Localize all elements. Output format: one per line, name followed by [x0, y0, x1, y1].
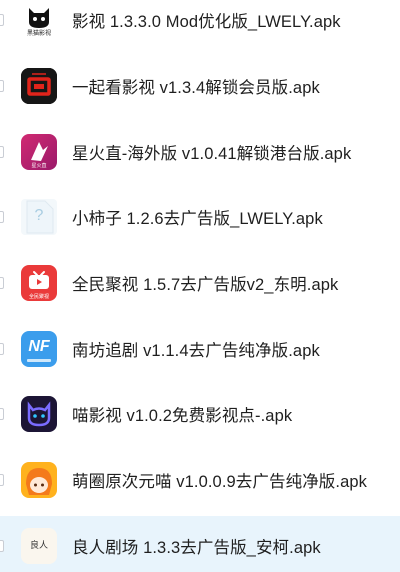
row-checkbox[interactable]	[0, 277, 4, 289]
nf-app-icon: NF	[21, 331, 57, 367]
icon-caption: 星火直	[31, 163, 47, 169]
row-checkbox[interactable]	[0, 540, 4, 552]
row-checkbox[interactable]	[0, 146, 4, 158]
row-checkbox[interactable]	[0, 474, 4, 486]
file-name: 全民聚视 1.5.7去广告版v2_东明.apk	[72, 276, 339, 294]
icon-caption: 良人	[29, 541, 48, 551]
liangren-app-icon: 良人	[21, 528, 57, 564]
row-checkbox[interactable]	[0, 343, 4, 355]
file-row[interactable]: 星火直 星火直-海外版 v1.0.41解锁港台版.apk	[0, 122, 400, 182]
question-mark: ?	[34, 207, 44, 224]
unknown-file-icon: ?	[21, 199, 57, 235]
file-row-selected[interactable]: 良人 良人剧场 1.3.3去广告版_安柯.apk	[0, 516, 400, 572]
black-cat-app-icon: 黑猫影视	[21, 2, 57, 38]
red-square-logo-icon	[21, 68, 57, 104]
nf-logo-text: NF	[28, 338, 50, 355]
file-row[interactable]: 喵影视 v1.0.2免费影视点-.apk	[0, 384, 400, 444]
file-row[interactable]: 萌圈原次元喵 v1.0.0.9去广告纯净版.apk	[0, 450, 400, 510]
file-name: 南坊追剧 v1.1.4去广告纯净版.apk	[72, 342, 320, 360]
row-checkbox[interactable]	[0, 80, 4, 92]
file-row[interactable]: 黑猫影视 影视 1.3.3.0 Mod优化版_LWELY.apk	[0, 0, 400, 50]
file-name: 良人剧场 1.3.3去广告版_安柯.apk	[72, 539, 321, 557]
file-row[interactable]: ? 小柿子 1.2.6去广告版_LWELY.apk	[0, 187, 400, 247]
file-row[interactable]: 一起看影视 v1.3.4解锁会员版.apk	[0, 56, 400, 116]
file-name: 小柿子 1.2.6去广告版_LWELY.apk	[72, 210, 323, 228]
file-name: 星火直-海外版 v1.0.41解锁港台版.apk	[72, 145, 352, 163]
icon-caption: 全民聚视	[28, 294, 49, 300]
file-name: 喵影视 v1.0.2免费影视点-.apk	[72, 407, 293, 425]
tv-app-icon: 全民聚视	[21, 265, 57, 301]
file-row[interactable]: 全民聚视 全民聚视 1.5.7去广告版v2_东明.apk	[0, 253, 400, 313]
row-checkbox[interactable]	[0, 211, 4, 223]
file-list: 黑猫影视 影视 1.3.3.0 Mod优化版_LWELY.apk 一起看影视 v…	[0, 0, 400, 572]
row-checkbox[interactable]	[0, 408, 4, 420]
file-name: 萌圈原次元喵 v1.0.0.9去广告纯净版.apk	[72, 473, 367, 491]
icon-caption: 黑猫影视	[26, 31, 51, 37]
xinghuo-app-icon: 星火直	[21, 134, 57, 170]
row-checkbox[interactable]	[0, 14, 4, 26]
file-row[interactable]: NF 南坊追剧 v1.1.4去广告纯净版.apk	[0, 319, 400, 379]
cat-face-app-icon	[21, 396, 57, 432]
file-name: 一起看影视 v1.3.4解锁会员版.apk	[72, 79, 320, 97]
anime-girl-app-icon	[21, 462, 57, 498]
file-name: 影视 1.3.3.0 Mod优化版_LWELY.apk	[72, 13, 341, 31]
